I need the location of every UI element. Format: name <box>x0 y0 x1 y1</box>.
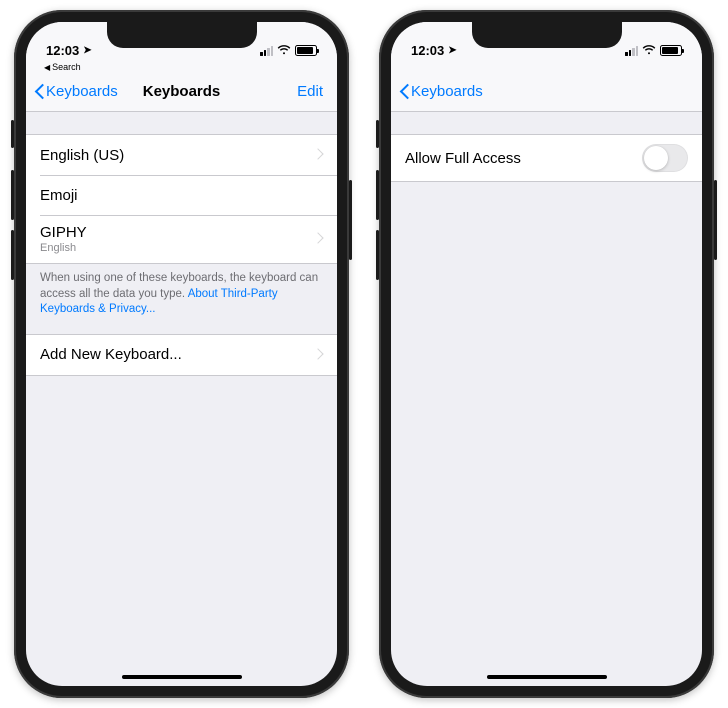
nav-back-button[interactable]: Keyboards <box>399 83 483 101</box>
keyboard-row-emoji[interactable]: Emoji <box>26 175 337 215</box>
nav-title: Keyboards <box>143 83 221 100</box>
home-indicator[interactable] <box>487 675 607 679</box>
breadcrumb-back[interactable]: ◀ Search <box>26 60 337 72</box>
keyboard-row-english[interactable]: English (US) <box>26 135 337 175</box>
cell-label: Add New Keyboard... <box>40 346 182 363</box>
breadcrumb-arrow-icon: ◀ <box>44 63 50 72</box>
nav-back-label: Keyboards <box>46 83 118 100</box>
keyboards-group: English (US) Emoji GIPHY English <box>26 134 337 264</box>
allow-full-access-toggle[interactable] <box>642 144 688 172</box>
group-footer: When using one of these keyboards, the k… <box>26 264 337 334</box>
phone-right: 12:03 ➤ Keyboards Allow Full Access <box>379 10 714 698</box>
content-area: English (US) Emoji GIPHY English When us… <box>26 112 337 376</box>
toggle-knob <box>644 146 668 170</box>
breadcrumb-label: Search <box>52 62 81 72</box>
cellular-icon <box>625 46 638 56</box>
content-area: Allow Full Access <box>391 112 702 182</box>
battery-icon <box>660 45 682 56</box>
volume-down <box>11 230 14 280</box>
add-keyboard-row[interactable]: Add New Keyboard... <box>26 335 337 375</box>
edit-button[interactable]: Edit <box>297 83 329 100</box>
access-group: Allow Full Access <box>391 134 702 182</box>
add-keyboard-group: Add New Keyboard... <box>26 334 337 376</box>
location-icon: ➤ <box>83 45 91 56</box>
chevron-right-icon <box>316 149 323 161</box>
volume-up <box>376 170 379 220</box>
wifi-icon <box>277 43 291 58</box>
volume-down <box>376 230 379 280</box>
cell-sublabel: English <box>40 242 87 254</box>
power-button <box>714 180 717 260</box>
screen-right: 12:03 ➤ Keyboards Allow Full Access <box>391 22 702 686</box>
cell-label: English (US) <box>40 147 124 164</box>
nav-back-button[interactable]: Keyboards <box>34 83 118 101</box>
status-time: 12:03 <box>46 43 79 58</box>
chevron-right-icon <box>316 349 323 361</box>
location-icon: ➤ <box>448 45 456 56</box>
notch <box>107 22 257 48</box>
chevron-left-icon <box>399 83 410 101</box>
battery-icon <box>295 45 317 56</box>
nav-back-label: Keyboards <box>411 83 483 100</box>
cell-label: GIPHY <box>40 224 87 241</box>
notch <box>472 22 622 48</box>
home-indicator[interactable] <box>122 675 242 679</box>
mute-switch <box>376 120 379 148</box>
nav-bar: Keyboards <box>391 72 702 112</box>
mute-switch <box>11 120 14 148</box>
keyboard-row-giphy[interactable]: GIPHY English <box>26 215 337 263</box>
allow-full-access-row[interactable]: Allow Full Access <box>391 135 702 181</box>
chevron-left-icon <box>34 83 45 101</box>
cell-label: Allow Full Access <box>405 150 521 167</box>
wifi-icon <box>642 43 656 58</box>
volume-up <box>11 170 14 220</box>
nav-bar: Keyboards Keyboards Edit <box>26 72 337 112</box>
chevron-right-icon <box>316 233 323 245</box>
cellular-icon <box>260 46 273 56</box>
phone-left: 12:03 ➤ ◀ Search Keyboards Keyboards Edi… <box>14 10 349 698</box>
status-time: 12:03 <box>411 43 444 58</box>
power-button <box>349 180 352 260</box>
screen-left: 12:03 ➤ ◀ Search Keyboards Keyboards Edi… <box>26 22 337 686</box>
breadcrumb-spacer <box>391 60 702 72</box>
cell-label: Emoji <box>40 187 78 204</box>
